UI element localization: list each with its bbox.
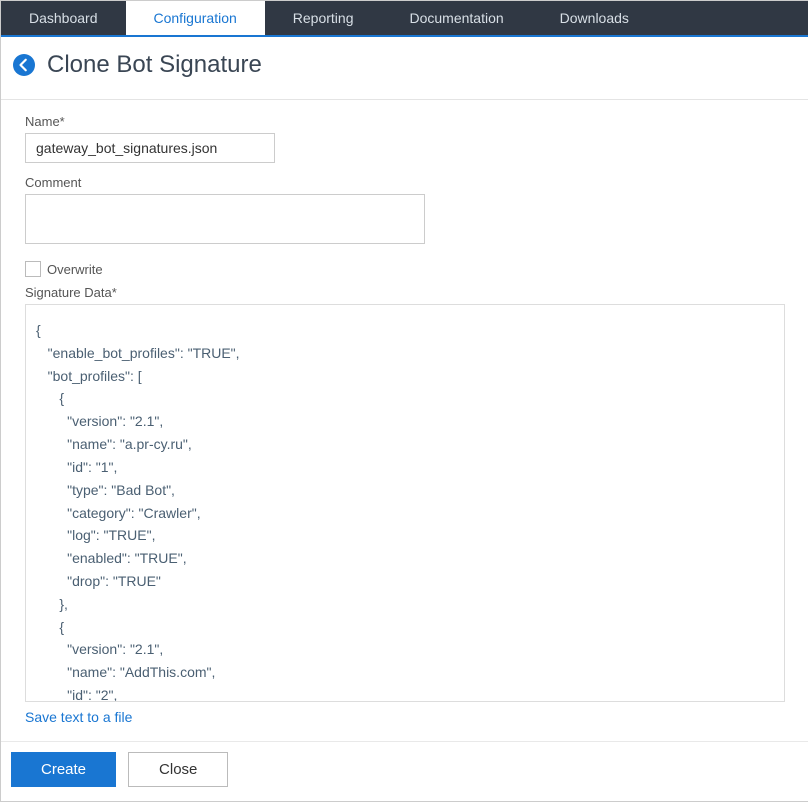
tab-configuration[interactable]: Configuration bbox=[126, 1, 265, 35]
tab-downloads[interactable]: Downloads bbox=[532, 1, 657, 35]
page-header: Clone Bot Signature bbox=[1, 37, 808, 100]
create-button[interactable]: Create bbox=[11, 752, 116, 787]
form-area: Name* Comment Overwrite Signature Data* … bbox=[1, 100, 808, 731]
name-field[interactable] bbox=[25, 133, 275, 163]
comment-label: Comment bbox=[25, 175, 785, 190]
signature-data-field[interactable] bbox=[25, 304, 785, 702]
tab-dashboard[interactable]: Dashboard bbox=[1, 1, 126, 35]
signature-data-label: Signature Data* bbox=[25, 285, 785, 300]
tab-documentation[interactable]: Documentation bbox=[381, 1, 531, 35]
footer-actions: Create Close bbox=[1, 741, 808, 801]
overwrite-checkbox[interactable] bbox=[25, 261, 41, 277]
top-navbar: Dashboard Configuration Reporting Docume… bbox=[1, 1, 808, 37]
comment-field[interactable] bbox=[25, 194, 425, 244]
close-button[interactable]: Close bbox=[128, 752, 228, 787]
overwrite-label: Overwrite bbox=[47, 262, 103, 277]
save-text-link[interactable]: Save text to a file bbox=[25, 709, 132, 725]
tab-reporting[interactable]: Reporting bbox=[265, 1, 382, 35]
back-icon[interactable] bbox=[13, 54, 35, 76]
name-label: Name* bbox=[25, 114, 785, 129]
page-title: Clone Bot Signature bbox=[47, 51, 262, 79]
